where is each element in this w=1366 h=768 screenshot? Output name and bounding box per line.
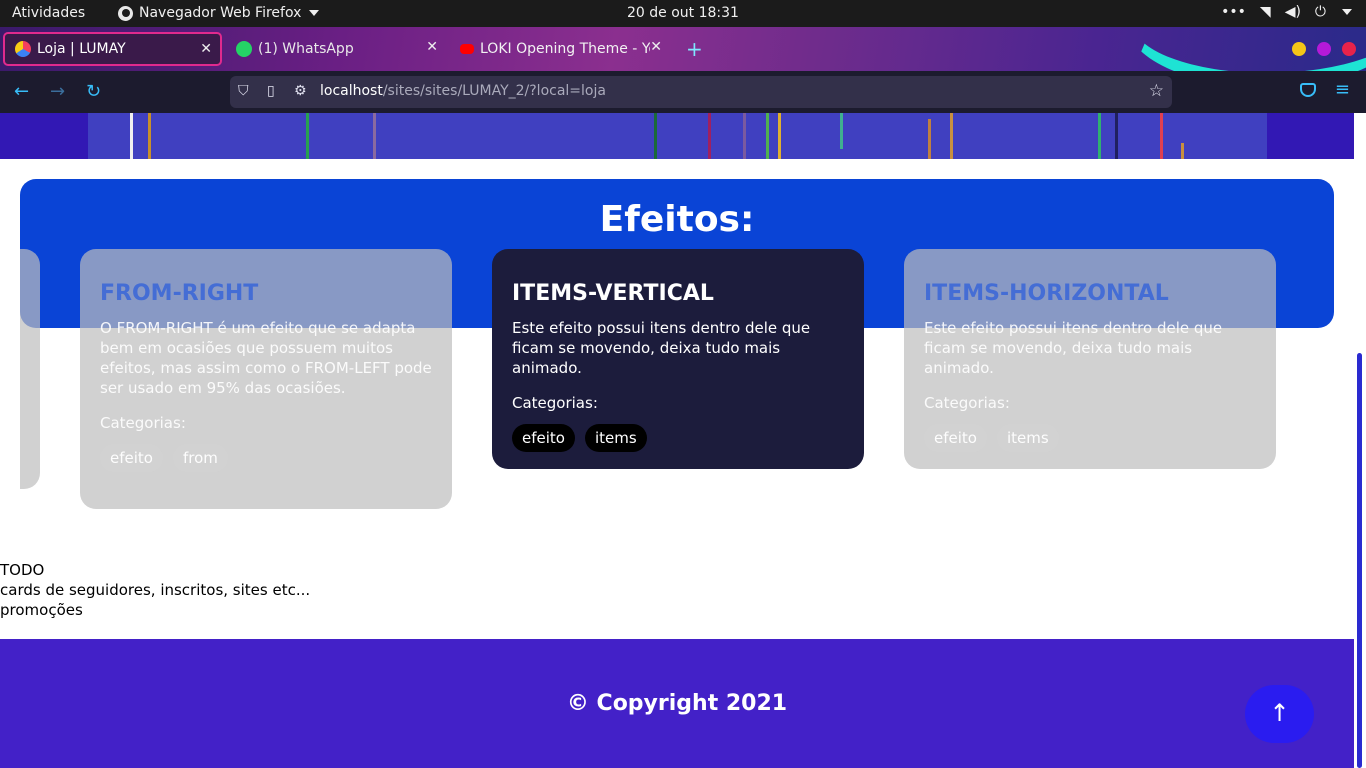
close-icon[interactable]: ✕ — [200, 41, 212, 57]
more-icon[interactable]: ••• — [1221, 4, 1246, 20]
tab-title: Loja | LUMAY — [37, 41, 126, 57]
system-tray[interactable]: ••• ◥ ◀) ⏻ — [1221, 4, 1352, 20]
url-text[interactable]: localhost/sites/sites/LUMAY_2/?local=loj… — [320, 83, 606, 99]
todo-item: cards de seguidores, inscritos, sites et… — [0, 581, 311, 599]
arrow-up-icon: ↑ — [1269, 699, 1290, 727]
effect-card-from-right[interactable]: FROM-RIGHT O FROM-RIGHT é um efeito que … — [80, 249, 452, 509]
tag-chip[interactable]: efeito — [924, 424, 987, 452]
url-bar[interactable]: ⛉ ▯ ⚙ localhost/sites/sites/LUMAY_2/?loc… — [230, 76, 1172, 108]
forward-icon[interactable]: → — [50, 81, 65, 102]
whatsapp-icon — [236, 41, 252, 57]
volume-icon: ◀) — [1284, 4, 1301, 20]
tag-list: efeito items — [924, 424, 1256, 452]
close-window-button[interactable] — [1342, 42, 1356, 56]
scroll-to-top-button[interactable]: ↑ — [1245, 685, 1314, 743]
card-description: Este efeito possui itens dentro dele que… — [512, 319, 811, 377]
shield-icon[interactable]: ⛉ — [238, 83, 249, 99]
tab-title: LOKI Opening Theme - Yo — [480, 41, 650, 57]
tag-chip[interactable]: items — [584, 424, 647, 452]
tag-chip[interactable]: efeito — [512, 424, 575, 452]
maximize-button[interactable] — [1317, 42, 1331, 56]
tag-list: efeito from — [100, 444, 432, 472]
effect-card-items-horizontal[interactable]: ITEMS-HORIZONTAL Este efeito possui iten… — [904, 249, 1276, 469]
card-title: ITEMS-VERTICAL — [512, 281, 714, 306]
tag-chip[interactable]: from — [172, 444, 228, 472]
card-description: Este efeito possui itens dentro dele que… — [924, 319, 1223, 377]
page-content: Efeitos: FROM-RIGHT O FROM-RIGHT é um ef… — [0, 113, 1354, 768]
categories-label: Categorias: — [512, 394, 598, 412]
card-partial-left — [20, 249, 40, 489]
tab-youtube[interactable]: LOKI Opening Theme - Yo ✕ — [450, 32, 670, 66]
section-title: Efeitos: — [599, 199, 755, 240]
card-title: FROM-RIGHT — [100, 281, 259, 306]
youtube-icon — [460, 44, 474, 54]
back-icon[interactable]: ← — [14, 81, 29, 102]
tag-list: efeito items — [512, 424, 844, 452]
tab-title: (1) WhatsApp — [258, 41, 354, 57]
scrollbar-thumb[interactable] — [1357, 353, 1362, 768]
firefox-icon — [118, 5, 133, 21]
tag-chip[interactable]: efeito — [100, 444, 163, 472]
navigation-bar: ← → ↻ ⛉ ▯ ⚙ localhost/sites/sites/LUMAY_… — [0, 71, 1366, 113]
bookmark-star-icon[interactable]: ☆ — [1149, 81, 1164, 101]
new-tab-button[interactable]: + — [686, 37, 703, 61]
footer: © Copyright 2021 — [0, 639, 1354, 768]
tab-strip: Loja | LUMAY ✕ (1) WhatsApp ✕ LOKI Openi… — [0, 27, 1366, 71]
site-favicon-icon — [15, 41, 31, 57]
hamburger-menu-icon[interactable]: ≡ — [1335, 79, 1350, 100]
banner-inner — [88, 113, 1267, 159]
todo-item: promoções — [0, 601, 83, 619]
wifi-icon: ◥ — [1259, 4, 1271, 20]
reload-icon[interactable]: ↻ — [86, 81, 101, 102]
card-description: O FROM-RIGHT é um efeito que se adapta b… — [100, 319, 432, 397]
power-icon: ⏻ — [1314, 4, 1326, 20]
categories-label: Categorias: — [100, 414, 186, 432]
permissions-icon[interactable]: ⚙ — [294, 83, 307, 99]
page-scrollbar[interactable] — [1354, 113, 1366, 768]
url-path: /sites/sites/LUMAY_2/?local=loja — [382, 83, 606, 99]
page-icon[interactable]: ▯ — [267, 83, 275, 99]
card-title: ITEMS-HORIZONTAL — [924, 281, 1169, 306]
pocket-icon[interactable] — [1300, 83, 1316, 97]
close-icon[interactable]: ✕ — [650, 39, 662, 55]
url-host: localhost — [320, 83, 383, 99]
close-icon[interactable]: ✕ — [426, 39, 438, 55]
copyright-text: © Copyright 2021 — [566, 691, 788, 716]
app-menu[interactable]: Navegador Web Firefox — [118, 5, 320, 21]
app-name: Navegador Web Firefox — [139, 5, 302, 21]
tab-loja-lumay[interactable]: Loja | LUMAY ✕ — [3, 32, 222, 66]
tag-chip[interactable]: items — [996, 424, 1059, 452]
categories-label: Categorias: — [924, 394, 1010, 412]
window-controls — [1292, 42, 1356, 56]
tab-whatsapp[interactable]: (1) WhatsApp ✕ — [226, 32, 446, 66]
minimize-button[interactable] — [1292, 42, 1306, 56]
todo-heading: TODO — [0, 561, 45, 579]
activities-button[interactable]: Atividades — [12, 5, 85, 21]
effect-card-items-vertical[interactable]: ITEMS-VERTICAL Este efeito possui itens … — [492, 249, 864, 469]
banner — [0, 113, 1354, 159]
todo-notes: TODO cards de seguidores, inscritos, sit… — [0, 560, 310, 620]
system-top-bar: Atividades Navegador Web Firefox 20 de o… — [0, 0, 1366, 27]
chevron-down-icon — [1342, 9, 1352, 15]
chevron-down-icon — [309, 10, 320, 16]
